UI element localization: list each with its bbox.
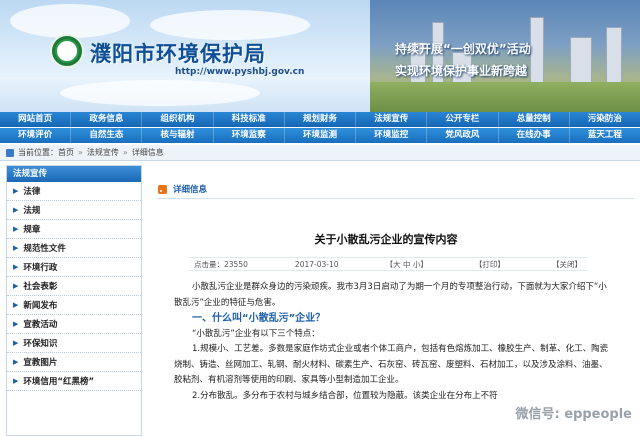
- bullet-icon: ▶: [13, 263, 19, 271]
- breadcrumb-prefix: 当前位置：: [18, 148, 58, 157]
- sidebar-item-label: 环境行政: [23, 263, 58, 273]
- sidebar-item[interactable]: ▶ 环保知识: [7, 334, 141, 353]
- nav-item[interactable]: 自然生态: [71, 128, 143, 143]
- sidebar-item[interactable]: ▶ 规章: [7, 220, 141, 239]
- nav-item[interactable]: 环境评价: [0, 128, 72, 143]
- nav-item[interactable]: 环境监控: [356, 128, 428, 143]
- bullet-icon: ▶: [13, 282, 19, 290]
- sidebar-item-label: 法律: [23, 187, 41, 197]
- nav-item[interactable]: 科技标准: [214, 112, 285, 127]
- epb-logo-icon: [50, 34, 84, 68]
- cloud-decoration: [10, 4, 130, 38]
- nav-item[interactable]: 组织机构: [142, 112, 214, 127]
- cloud-decoration: [150, 10, 310, 40]
- paragraph-heading: 一、什么叫“小散乱污”企业？: [192, 313, 326, 324]
- font-size-switch[interactable]: 【大 中 小】: [386, 259, 428, 270]
- sidebar-item-label: 规章: [23, 225, 41, 235]
- breadcrumb-current: 详细信息: [131, 148, 164, 157]
- sidebar-item[interactable]: ▶ 法律: [7, 182, 141, 201]
- sidebar-heading: 法规宣传: [7, 166, 141, 182]
- sidebar-item-label: 新闻发布: [23, 301, 58, 311]
- nav-item[interactable]: 网站首页: [0, 112, 72, 127]
- cloud-decoration: [60, 80, 260, 106]
- hit-count: 点击量：23550: [194, 259, 248, 269]
- site-url: http://www.pyshbj.gov.cn: [175, 67, 305, 77]
- slogan-line-2: 实现环境保护事业新跨越: [395, 64, 528, 78]
- nav-item[interactable]: 蓝天工程: [570, 128, 640, 143]
- article-body: 小散乱污企业是群众身边的污染顽疾。我市3月3日启动了为期一个月的专项整治行动，下…: [174, 280, 614, 404]
- bullet-icon: ▶: [13, 225, 19, 233]
- slogan-line-1: 持续开展“一创双优”活动: [395, 42, 531, 56]
- site-title: 濮阳市环境保护局: [90, 41, 266, 66]
- breadcrumb: 当前位置： 首页 » 法规宣传 » 详细信息: [0, 145, 640, 161]
- sidebar-item[interactable]: ▶ 宣教活动: [7, 315, 141, 334]
- nav-item[interactable]: 公开专栏: [427, 112, 499, 127]
- bullet-icon: ▶: [13, 206, 19, 214]
- section-header: 详细信息: [158, 183, 207, 195]
- sidebar-item-label: 社会表彰: [23, 282, 58, 292]
- print-button[interactable]: 【打印】: [475, 259, 505, 270]
- sidebar-item[interactable]: ▶ 环境行政: [7, 258, 141, 277]
- sidebar: 法规宣传 ▶ 法律 ▶ 法规 ▶ 规章 ▶ 规范性文件 ▶ 环境行政 ▶ 社会表彰 ▶ 新闻发…: [6, 165, 142, 436]
- main-nav-row-1: 网站首页 政务信息 组织机构 科技标准 规划财务 法规宣传 公开专栏 总量控制 …: [0, 112, 640, 127]
- bullet-icon: ▶: [13, 358, 19, 366]
- bullet-icon: ▶: [13, 301, 19, 309]
- nav-item[interactable]: 环境监测: [285, 128, 357, 143]
- divider: [158, 198, 634, 199]
- breadcrumb-separator: »: [78, 148, 83, 157]
- sidebar-item[interactable]: ▶ 新闻发布: [7, 296, 141, 315]
- nav-item[interactable]: 污染防治: [570, 112, 640, 127]
- sidebar-item-label: 宣教图片: [23, 358, 58, 368]
- nav-item[interactable]: 核与辐射: [142, 128, 214, 143]
- park-greenery: [370, 82, 640, 112]
- nav-item[interactable]: 规划财务: [285, 112, 357, 127]
- main-content: 详细信息 关于小散乱污企业的宣传内容 点击量：23550 2017-03-10 …: [148, 165, 640, 436]
- sidebar-item[interactable]: ▶ 规范性文件: [7, 239, 141, 258]
- sidebar-item-label: 环保知识: [23, 339, 58, 349]
- paragraph: 1.规模小、工艺差。多数是家庭作坊式企业或者个体工商户，包括有色熔炼加工、橡胶生…: [174, 344, 609, 385]
- sidebar-item[interactable]: ▶ 社会表彰: [7, 277, 141, 296]
- nav-item[interactable]: 法规宣传: [356, 112, 428, 127]
- bullet-icon: ▶: [13, 187, 19, 195]
- breadcrumb-section-link[interactable]: 法规宣传: [87, 147, 119, 158]
- main-nav-row-2: 环境评价 自然生态 核与辐射 环境监察 环境监测 环境监控 党风政风 在线办事 …: [0, 128, 640, 143]
- rss-icon: [158, 184, 167, 194]
- wechat-watermark: 微信号: eppeople: [515, 407, 632, 422]
- publish-date: 2017-03-10: [294, 259, 339, 269]
- section-label: 详细信息: [173, 185, 208, 195]
- sidebar-item[interactable]: ▶ 环境信用“红黑榜”: [7, 372, 141, 391]
- nav-item[interactable]: 在线办事: [499, 128, 570, 143]
- paragraph: “小散乱污”企业有以下三个特点：: [192, 328, 320, 339]
- article-title: 关于小散乱污企业的宣传内容: [314, 233, 458, 246]
- nav-item[interactable]: 政务信息: [71, 112, 143, 127]
- bullet-icon: ▶: [13, 320, 19, 328]
- sidebar-item-label: 规范性文件: [23, 244, 66, 254]
- paragraph: 2.分布散乱。多分布于农村与城乡结合部，位置较为隐蔽。该类企业在分布上不符: [192, 390, 498, 401]
- sidebar-item[interactable]: ▶ 法规: [7, 201, 141, 220]
- paragraph: 小散乱污企业是群众身边的污染顽疾。我市3月3日启动了为期一个月的专项整治行动，下…: [174, 282, 607, 308]
- nav-item[interactable]: 环境监察: [214, 128, 285, 143]
- nav-item[interactable]: 总量控制: [499, 112, 570, 127]
- sidebar-item[interactable]: ▶ 宣教图片: [7, 353, 141, 372]
- bullet-icon: ▶: [13, 377, 19, 385]
- breadcrumb-home-link[interactable]: 首页: [58, 147, 74, 158]
- sidebar-item-label: 环境信用“红黑榜”: [23, 377, 95, 387]
- bullet-icon: ▶: [13, 339, 19, 347]
- close-button[interactable]: 【关闭】: [552, 259, 582, 270]
- breadcrumb-separator: »: [122, 148, 128, 157]
- home-icon: [6, 148, 14, 157]
- article-meta-bar: 点击量：23550 2017-03-10 【大 中 小】 【打印】 【关闭】: [188, 257, 588, 271]
- sidebar-item-label: 法规: [23, 206, 41, 216]
- sidebar-item-label: 宣教活动: [23, 320, 58, 330]
- bullet-icon: ▶: [13, 244, 19, 252]
- nav-item[interactable]: 党风政风: [427, 128, 499, 143]
- header-banner: 濮阳市环境保护局 http://www.pyshbj.gov.cn 持续开展“一…: [0, 0, 640, 112]
